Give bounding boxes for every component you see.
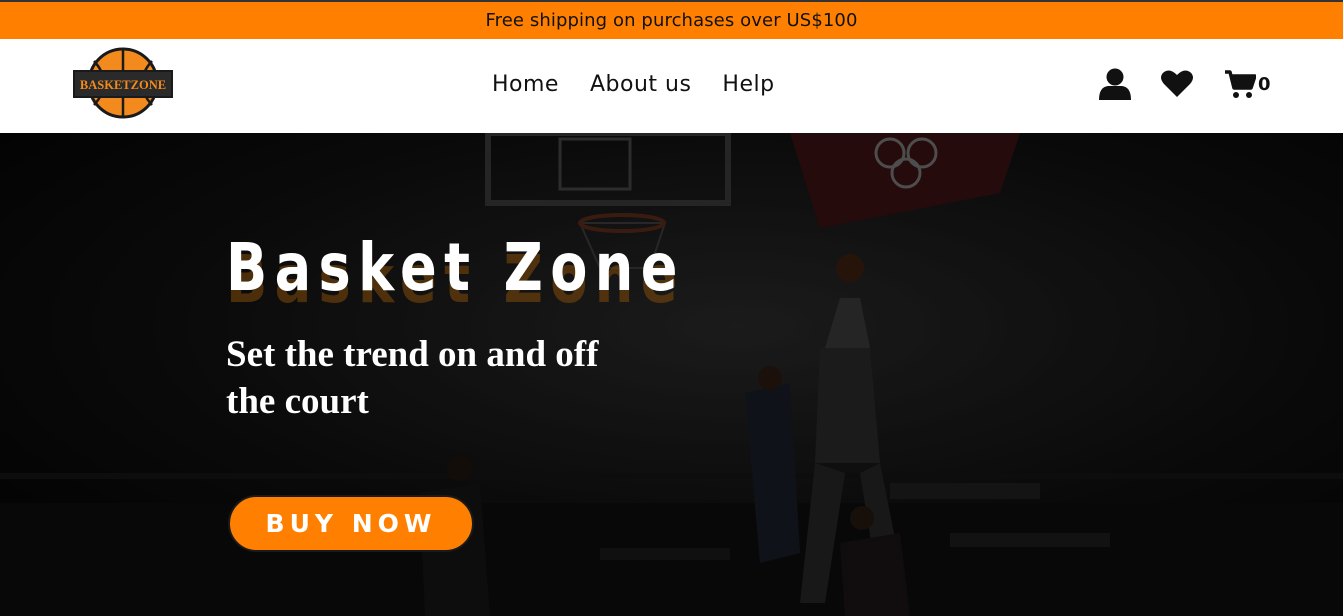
hero-title: Basket Zone	[226, 229, 685, 306]
nav-home-link[interactable]: Home	[492, 72, 559, 97]
cart-count-badge: 0	[1258, 73, 1271, 95]
user-icon	[1099, 68, 1131, 100]
cart-icon	[1225, 70, 1256, 98]
navbar: BASKETZONE Home About us Help 0	[0, 39, 1343, 133]
hero-background-image	[0, 133, 1343, 616]
promo-text: Free shipping on purchases over US$100	[485, 10, 858, 31]
basketball-logo-icon: BASKETZONE	[73, 47, 173, 119]
main-nav: Home About us Help	[492, 72, 775, 97]
heart-icon	[1161, 70, 1193, 97]
promo-banner: Free shipping on purchases over US$100	[0, 0, 1343, 39]
buy-now-button[interactable]: BUY NOW	[228, 495, 474, 552]
logo[interactable]: BASKETZONE	[70, 47, 176, 119]
hero-section: Basket Zone Set the trend on and off the…	[0, 133, 1343, 616]
account-button[interactable]	[1098, 68, 1132, 100]
logo-text: BASKETZONE	[80, 78, 166, 92]
nav-help-link[interactable]: Help	[722, 72, 774, 97]
nav-icons: 0	[1098, 68, 1271, 100]
wishlist-button[interactable]	[1161, 70, 1193, 98]
nav-about-link[interactable]: About us	[590, 72, 691, 97]
cart-button[interactable]: 0	[1224, 69, 1271, 99]
hero-subtitle: Set the trend on and off the court	[226, 334, 599, 422]
